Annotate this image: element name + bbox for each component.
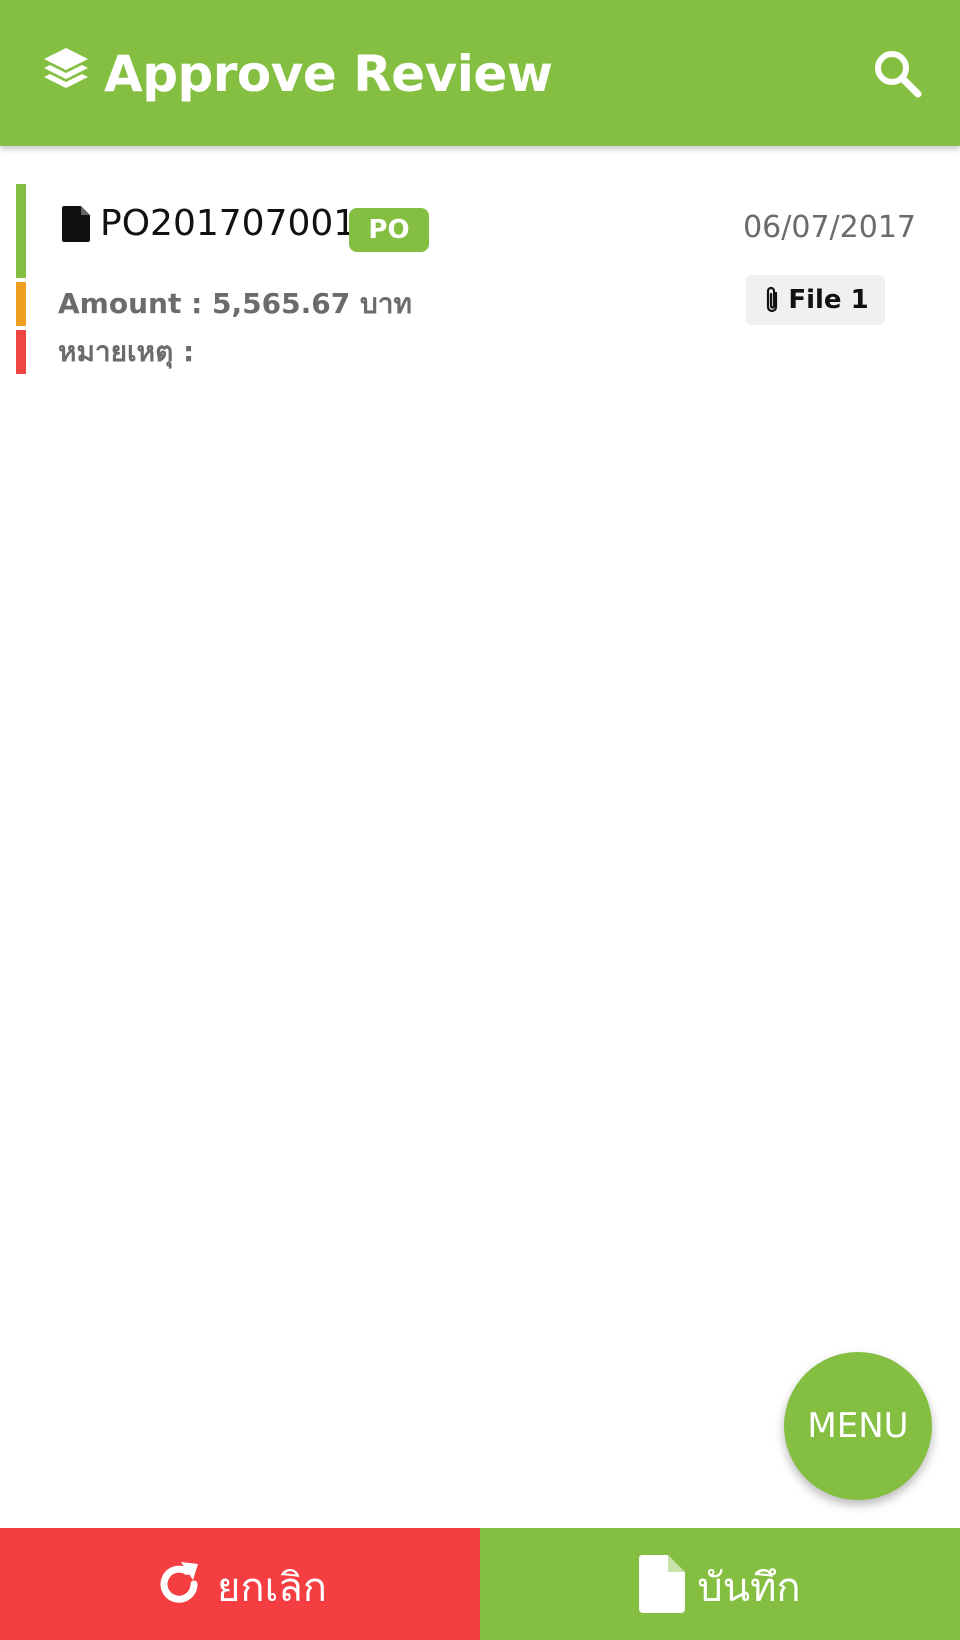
cancel-button[interactable]: ยกเลิก: [0, 1528, 480, 1640]
refresh-icon: [160, 1562, 198, 1603]
page-title: Approve Review: [104, 45, 553, 103]
save-button-label: บันทึก: [697, 1565, 801, 1611]
app-bar: Approve Review: [0, 0, 960, 146]
document-type-badge: PO: [349, 208, 429, 252]
document-date: 06/07/2017: [743, 210, 916, 245]
cancel-button-label: ยกเลิก: [216, 1565, 328, 1611]
status-stripe-green: [16, 184, 26, 278]
amount-text: Amount : 5,565.67 บาท: [58, 287, 412, 320]
document-icon: [62, 206, 90, 242]
save-button[interactable]: บันทึก: [480, 1528, 960, 1640]
menu-button-label: MENU: [807, 1406, 909, 1446]
attachment-label: File 1: [788, 285, 869, 315]
search-button[interactable]: [868, 44, 928, 104]
file-icon: [639, 1555, 686, 1613]
remark-text: หมายเหตุ :: [58, 335, 195, 368]
menu-button[interactable]: MENU: [784, 1352, 932, 1500]
status-stripe-red: [16, 330, 26, 374]
layers-icon: [44, 48, 88, 88]
status-stripe-orange: [16, 282, 26, 326]
paperclip-icon: [767, 286, 778, 313]
bottom-action-bar: ยกเลิก บันทึก: [0, 1528, 960, 1640]
document-number: PO201707001: [100, 203, 357, 244]
attachment-button[interactable]: File 1: [746, 275, 885, 325]
document-card[interactable]: PO201707001 PO 06/07/2017 Amount : 5,565…: [0, 184, 960, 376]
search-icon: [875, 51, 922, 98]
